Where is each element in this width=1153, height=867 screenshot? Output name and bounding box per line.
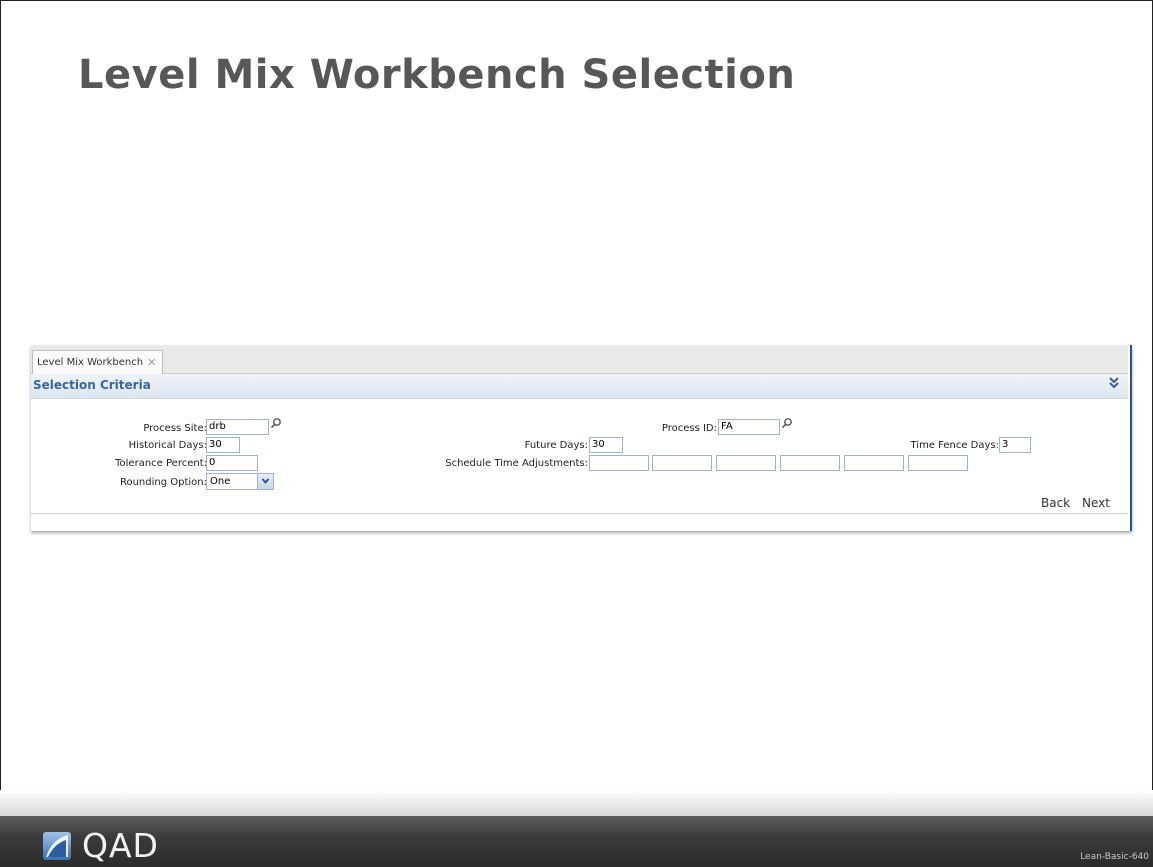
- close-icon[interactable]: ✕: [147, 352, 156, 374]
- qad-logo: QAD: [42, 826, 159, 865]
- process-id-label: Process ID:: [661, 423, 717, 434]
- chevron-down-icon[interactable]: [257, 474, 273, 489]
- schedule-time-adjustment-3[interactable]: [716, 455, 776, 471]
- schedule-time-adjustment-1[interactable]: [589, 455, 649, 471]
- next-button[interactable]: Next: [1082, 496, 1110, 510]
- process-site-input[interactable]: drb: [206, 419, 269, 435]
- future-days-label: Future Days:: [524, 440, 588, 451]
- panel-divider: [31, 513, 1128, 514]
- tolerance-percent-label: Tolerance Percent:: [115, 458, 207, 469]
- schedule-time-adjustment-5[interactable]: [844, 455, 904, 471]
- process-id-input[interactable]: FA: [718, 419, 780, 435]
- tab-level-mix-workbench[interactable]: Level Mix Workbench ✕: [32, 350, 164, 374]
- slide-title: Level Mix Workbench Selection: [78, 52, 796, 98]
- qad-logo-text: QAD: [82, 826, 159, 865]
- workbench-panel: Level Mix Workbench ✕ Selection Criteria…: [31, 345, 1132, 531]
- process-site-label: Process Site:: [143, 423, 207, 434]
- search-icon[interactable]: [781, 417, 793, 429]
- qad-logo-mark: [43, 831, 71, 860]
- schedule-time-adjustment-6[interactable]: [908, 455, 968, 471]
- double-chevron-icon[interactable]: [1108, 376, 1120, 394]
- back-button[interactable]: Back: [1041, 496, 1070, 510]
- tolerance-percent-input[interactable]: 0: [206, 455, 258, 471]
- tab-bar: Level Mix Workbench ✕: [31, 345, 1128, 374]
- future-days-input[interactable]: 30: [589, 437, 623, 453]
- footer-bar: [0, 816, 1153, 867]
- tab-label: Level Mix Workbench: [37, 356, 144, 368]
- search-icon[interactable]: [270, 417, 282, 429]
- historical-days-input[interactable]: 30: [206, 437, 240, 453]
- rounding-option-value: One: [210, 476, 231, 487]
- schedule-time-adjustments-label: Schedule Time Adjustments:: [445, 458, 588, 469]
- time-fence-days-input[interactable]: 3: [999, 437, 1031, 453]
- rounding-option-label: Rounding Option:: [119, 477, 207, 488]
- time-fence-days-label: Time Fence Days:: [910, 440, 999, 451]
- footer-fade: [0, 790, 1153, 816]
- rounding-option-select[interactable]: One: [206, 473, 274, 490]
- section-header: Selection Criteria: [31, 374, 1128, 399]
- historical-days-label: Historical Days:: [128, 440, 207, 451]
- section-title: Selection Criteria: [33, 378, 151, 392]
- schedule-time-adjustment-4[interactable]: [780, 455, 840, 471]
- slide-id: Lean-Basic-640: [1080, 852, 1149, 862]
- schedule-time-adjustment-2[interactable]: [652, 455, 712, 471]
